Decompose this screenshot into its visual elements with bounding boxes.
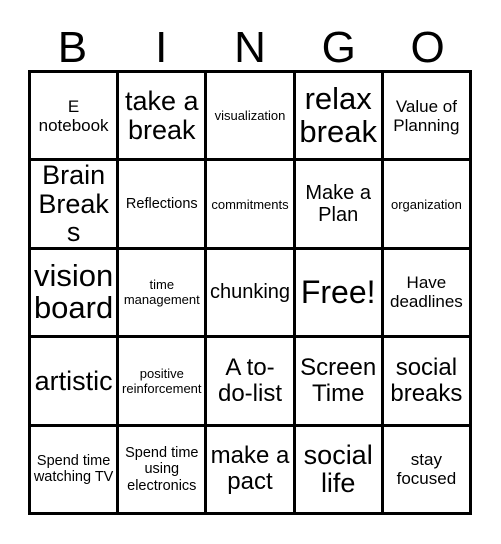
bingo-cell[interactable]: positive reinforcement [119,338,208,427]
bingo-cell-label: chunking [209,281,291,304]
bingo-cell-label: social breaks [390,353,463,407]
bingo-cell[interactable]: organization [383,161,472,250]
bingo-cell[interactable]: Have deadlines [383,249,472,339]
bingo-cell-label: Spend time using electronics [125,444,199,494]
bingo-cell[interactable]: social life [295,426,384,515]
header-letter-i: I [155,23,168,72]
bingo-cell[interactable]: artistic [31,338,120,427]
bingo-cell[interactable]: A to-do-list [207,338,296,427]
bingo-cell-free[interactable]: Free! [295,249,384,339]
bingo-cell-label: stay focused [396,450,457,489]
bingo-cell[interactable]: Value of Planning [383,73,472,162]
bingo-cell[interactable]: Spend time watching TV [31,426,120,515]
bingo-cell-label: relax break [299,81,377,149]
bingo-cell[interactable]: relax break [295,73,384,162]
bingo-cell-label: organization [390,196,462,212]
bingo-cell[interactable]: take a break [119,73,208,162]
header-letter-o: O [410,23,445,72]
bingo-cell-label: Screen Time [300,353,377,407]
bingo-grid: E notebook take a break visualization re… [28,70,472,515]
bingo-cell-label: social life [303,439,373,499]
bingo-cell[interactable]: social breaks [383,338,472,427]
bingo-cell[interactable]: vision board [31,249,120,339]
bingo-cell-label: Spend time watching TV [33,452,114,486]
bingo-cell-label: Make a Plan [305,182,371,227]
bingo-cell-label: vision board [33,257,114,326]
bingo-cell[interactable]: make a pact [207,426,296,515]
bingo-cell[interactable]: Spend time using electronics [119,426,208,515]
bingo-cell-label: visualization [214,108,286,124]
bingo-cell-label: Brain Breaks [38,161,109,248]
header-letter-g: G [321,23,356,72]
bingo-cell-label: make a pact [210,442,290,496]
bingo-card: B I N G O E notebook take a break visual… [0,0,501,544]
bingo-cell[interactable]: Screen Time [295,338,384,427]
bingo-cell-label: Have deadlines [390,273,463,312]
header-letter-b: B [57,23,88,72]
bingo-cell-label: A to-do-list [217,353,282,407]
bingo-cell[interactable]: Brain Breaks [31,161,120,250]
bingo-cell[interactable]: Make a Plan [295,161,384,250]
bingo-cell-label: artistic [34,365,113,396]
bingo-header: B I N G O [28,18,472,70]
bingo-cell-label: take a break [125,86,199,145]
bingo-cell-label: Free! [300,274,376,311]
bingo-cell-label: time management [123,277,200,308]
bingo-cell[interactable]: E notebook [31,73,120,162]
bingo-cell[interactable]: chunking [207,249,296,339]
bingo-cell-label: Value of Planning [393,96,460,135]
bingo-cell[interactable]: commitments [207,161,296,250]
bingo-cell[interactable]: stay focused [383,426,472,515]
bingo-cell[interactable]: Reflections [119,161,208,250]
header-letter-n: N [234,23,266,72]
bingo-cell-label: Reflections [125,195,198,212]
bingo-cell-label: E notebook [38,96,109,135]
bingo-cell[interactable]: time management [119,249,208,339]
bingo-cell[interactable]: visualization [207,73,296,162]
bingo-cell-label: positive reinforcement [122,365,202,396]
bingo-cell-label: commitments [211,196,289,212]
